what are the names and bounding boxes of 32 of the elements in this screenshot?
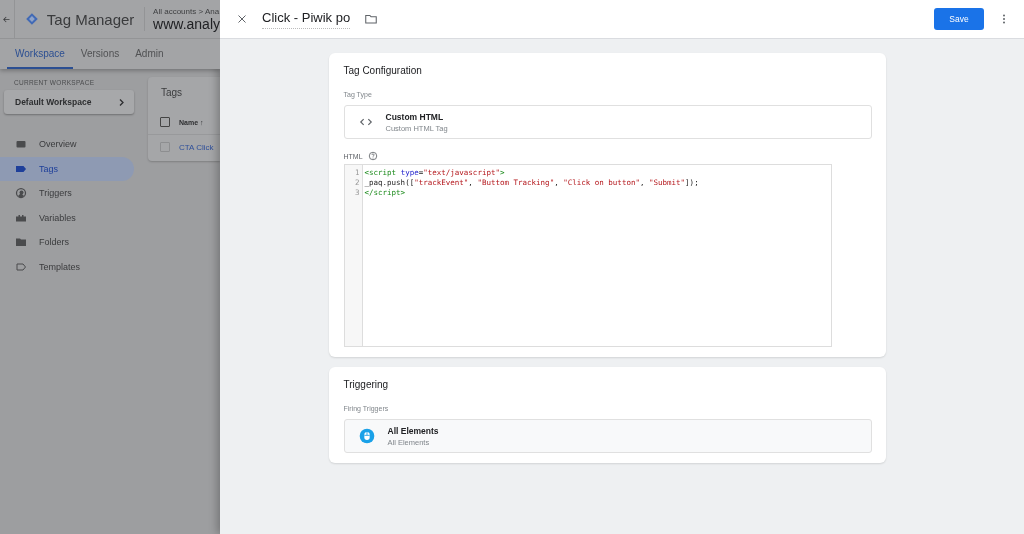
container-name: www.analy [153, 15, 220, 32]
save-button[interactable]: Save [934, 8, 984, 30]
checkbox[interactable] [160, 117, 170, 127]
card-title: Tags [160, 86, 184, 100]
card-title: Tag Configuration [343, 65, 423, 76]
nav-tab[interactable]: Workspace [7, 39, 73, 69]
checkbox[interactable] [160, 142, 170, 152]
chevron-right-icon [117, 97, 126, 107]
tag-link[interactable]: CTA Click [179, 142, 214, 152]
sidebar-item[interactable]: Templates [0, 254, 134, 279]
tag-name-field[interactable]: Click - Piwik po [262, 9, 351, 29]
close-button[interactable] [236, 13, 248, 25]
nav-tab[interactable]: Versions [72, 39, 128, 69]
app-title: Tag Manager [46, 10, 135, 28]
close-icon [236, 13, 248, 25]
template-icon [15, 260, 27, 273]
breadcrumb[interactable]: All accounts > Ana [153, 6, 220, 16]
folder-icon[interactable] [364, 12, 379, 26]
nav-tab[interactable]: Admin [127, 39, 172, 69]
mouse-icon [358, 428, 375, 444]
trigger-icon [15, 187, 27, 200]
folder-icon [15, 236, 27, 249]
sidebar-item[interactable]: Overview [0, 132, 134, 157]
help-icon[interactable] [367, 151, 378, 161]
back-icon[interactable] [2, 14, 12, 24]
overview-icon [15, 138, 27, 151]
sidebar-item[interactable]: Triggers [0, 181, 134, 206]
sidebar-item[interactable]: Folders [0, 230, 134, 255]
sidebar-item[interactable]: Variables [0, 205, 134, 230]
card-title: Triggering [343, 379, 390, 390]
sidebar-item[interactable]: Tags [0, 156, 134, 181]
workspace-selector[interactable]: Default Workspace [4, 90, 134, 114]
